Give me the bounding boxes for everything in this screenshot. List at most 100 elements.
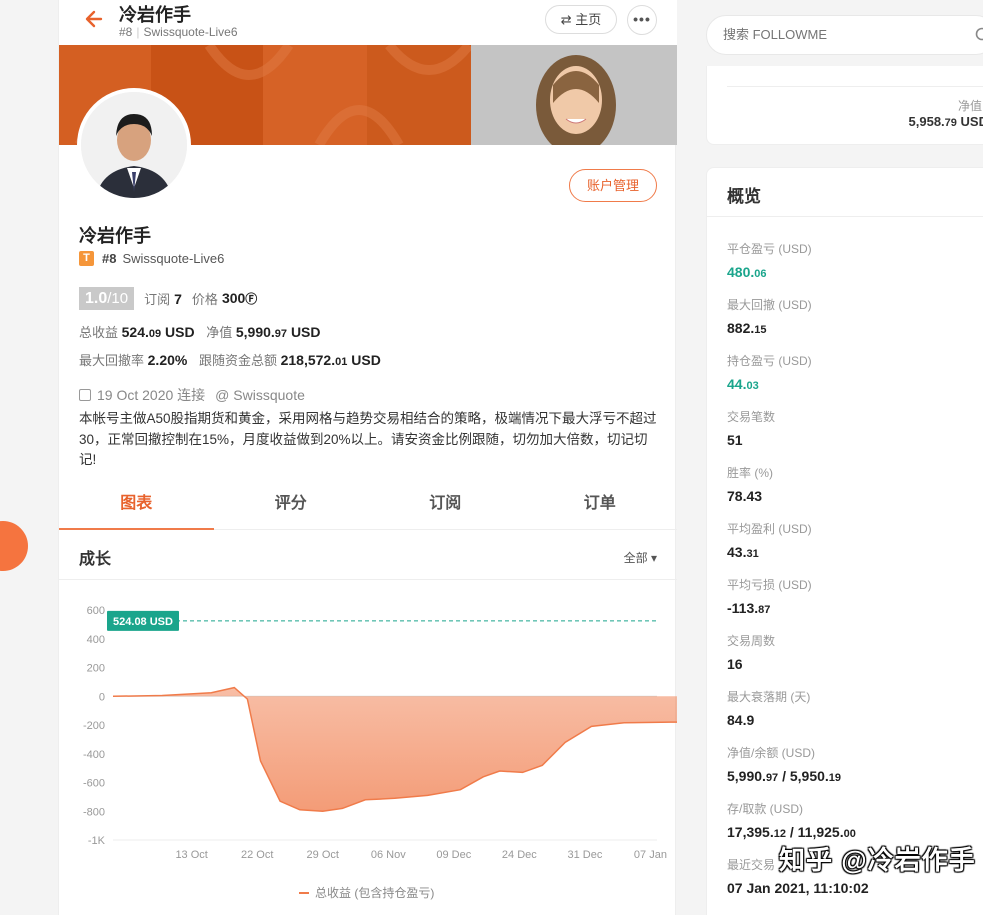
overview-stat-item: 交易周数 16 [727,632,775,672]
follow-funds-unit: USD [351,352,381,368]
deposit-withdraw-label: 存/取款 (USD) [727,802,803,816]
net-value-int: 5,958. [908,114,945,129]
equity-balance-item: 净值/余额 (USD) 5,990.97 / 5,950.19 [727,744,841,784]
overview-stat-item: 胜率 (%) 78.43 [727,464,773,504]
more-options-button[interactable]: ••• [627,5,657,35]
x-tick-label: 09 Dec [436,849,471,861]
profit-equity-row: 总收益 524.09 USD 净值 5,990.97 USD [79,322,329,341]
tab-chart[interactable]: 图表 [59,481,214,530]
max-drawdown-label: 最大回撤率 [79,353,145,368]
search-input[interactable] [723,27,953,42]
x-tick-label: 29 Oct [307,849,339,861]
overview-stat-item: 交易笔数 51 [727,408,775,448]
coin-icon: Ⓕ [245,292,258,306]
growth-chart-svg: 600 400 200 0 -200 -400 -600 -800 -1K 524.08 USD 1… [83,605,983,900]
woman-photo-icon [471,45,677,145]
overview-stat-int: 43. [727,544,747,560]
overview-title: 概览 [727,187,761,206]
banner-photo [471,45,677,145]
recent-trade-value: 07 Jan 2021, 11:10:02 [727,880,869,896]
overview-stat-label: 胜率 (%) [727,466,773,480]
range-dropdown[interactable]: 全部 ▾ [624,549,657,566]
overview-stat-value: 480.06 [727,264,812,280]
overview-stat-int: 84.9 [727,712,755,728]
overview-stat-int: 480. [727,264,755,280]
overview-stat-value: 882.15 [727,320,812,336]
overview-stat-label: 交易周数 [727,634,776,648]
overview-stat-label: 最大衰落期 (天) [727,690,811,704]
net-value-amount: 5,958.79 USD [909,114,983,129]
overview-stat-item: 平仓盈亏 (USD) 480.06 [727,240,812,280]
reference-label: 524.08 USD [113,616,173,628]
price-label: 价格 [191,292,218,307]
eb-equity-dec: 97 [765,772,779,784]
score-value: 1.0 [85,290,108,307]
trader-level-badge: T [79,251,94,266]
legend-label: 总收益 (包含持仓盈亏) [315,885,434,900]
y-tick-label: 600 [87,605,105,617]
max-drawdown-value: 2.20% [147,352,188,368]
follow-funds-label: 跟随资金总额 [198,353,277,368]
home-button[interactable]: ⇄ 主页 [545,5,617,34]
top-bar: 冷岩作手 #8 | Swissquote-Live6 ⇄ 主页 ••• [59,0,677,45]
overview-stat-int: 51 [727,432,743,448]
score-row: 1.0/10 订阅 7 价格 300Ⓕ [79,287,267,310]
overview-stat-label: 平仓盈亏 (USD) [727,242,812,256]
overview-stat-label: 最大回撤 (USD) [727,298,812,312]
total-profit-dec: 09 [148,328,162,340]
eb-balance-dec: 19 [828,772,842,784]
price-amount: 300 [221,290,246,306]
account-manage-button[interactable]: 账户管理 [569,169,657,202]
score-max: /10 [107,290,129,307]
y-tick-label: -800 [83,806,105,818]
overview-stat-int: 882. [727,320,755,336]
overview-stat-label: 交易笔数 [727,410,776,424]
tab-rating[interactable]: 评分 [214,481,369,529]
right-sidebar: 净值 5,958.79 USD 概览 平仓盈亏 (USD) 480.06 最大回撤 … [706,0,983,915]
connection-info: 19 Oct 2020 连接 @ Swissquote [79,385,305,405]
trader-meta: T #8 Swissquote-Live6 [79,251,224,266]
tab-subscribe[interactable]: 订阅 [368,481,523,529]
divider [727,86,983,87]
zhihu-watermark: 知乎 @冷岩作手 [779,845,976,875]
overview-stat-dec: 87 [758,604,771,616]
trader-broker: Swissquote-Live6 [122,251,225,266]
tab-orders[interactable]: 订单 [523,481,678,529]
y-tick-label: 0 [99,691,105,703]
trader-profile-panel: 冷岩作手 #8 | Swissquote-Live6 ⇄ 主页 ••• 账户管理… [58,0,983,915]
overview-stat-label: 平均盈利 (USD) [727,522,812,536]
trader-portrait-icon [81,92,187,198]
overview-stat-value: 78.43 [727,488,773,504]
equity-value: 5,990.97 USD [236,324,321,340]
divider [707,216,983,217]
connected-date: 19 Oct 2020 连接 [97,387,206,403]
equity-balance-value: 5,990.97 / 5,950.19 [727,768,842,784]
overview-stat-dec: 06 [754,268,767,280]
follow-funds-value: 218,572.01 USD [281,352,381,368]
price-value: 300Ⓕ [222,290,257,307]
search-icon[interactable] [975,27,983,43]
withdraw-dec: 00 [843,828,856,840]
net-value-card: 净值 5,958.79 USD [706,66,983,145]
header-rank: #8 [119,25,133,39]
total-profit-label: 总收益 [79,325,119,340]
back-arrow-icon[interactable] [83,8,105,30]
overview-stat-int: 16 [727,656,743,672]
y-tick-label: 200 [87,663,105,675]
equity-unit: USD [290,324,321,340]
overview-stat-dec: 31 [746,548,759,560]
header-account-info: #8 | Swissquote-Live6 [119,25,238,39]
overview-stat-int: -113. [727,600,759,616]
total-profit-int: 524. [121,324,149,340]
x-tick-label: 07 Jan [634,849,667,861]
overview-stat-item: 平均盈利 (USD) 43.31 [727,520,812,560]
follow-funds-int: 218,572. [280,352,336,368]
strategy-description: 本帐号主做A50股指期货和黄金，采用网格与趋势交易相结合的策略，极端情况下最大浮… [79,411,657,467]
overview-stat-item: 平均亏损 (USD) -113.87 [727,576,812,616]
x-tick-label: 24 Dec [502,849,537,861]
page: 冷岩作手 #8 | Swissquote-Live6 ⇄ 主页 ••• 账户管理… [0,0,983,915]
trader-avatar [77,88,191,202]
withdraw-int: 11,925. [797,824,844,840]
floating-action-button[interactable] [0,521,28,571]
deposit-withdraw-value: 17,395.12 / 11,925.00 [727,824,856,840]
